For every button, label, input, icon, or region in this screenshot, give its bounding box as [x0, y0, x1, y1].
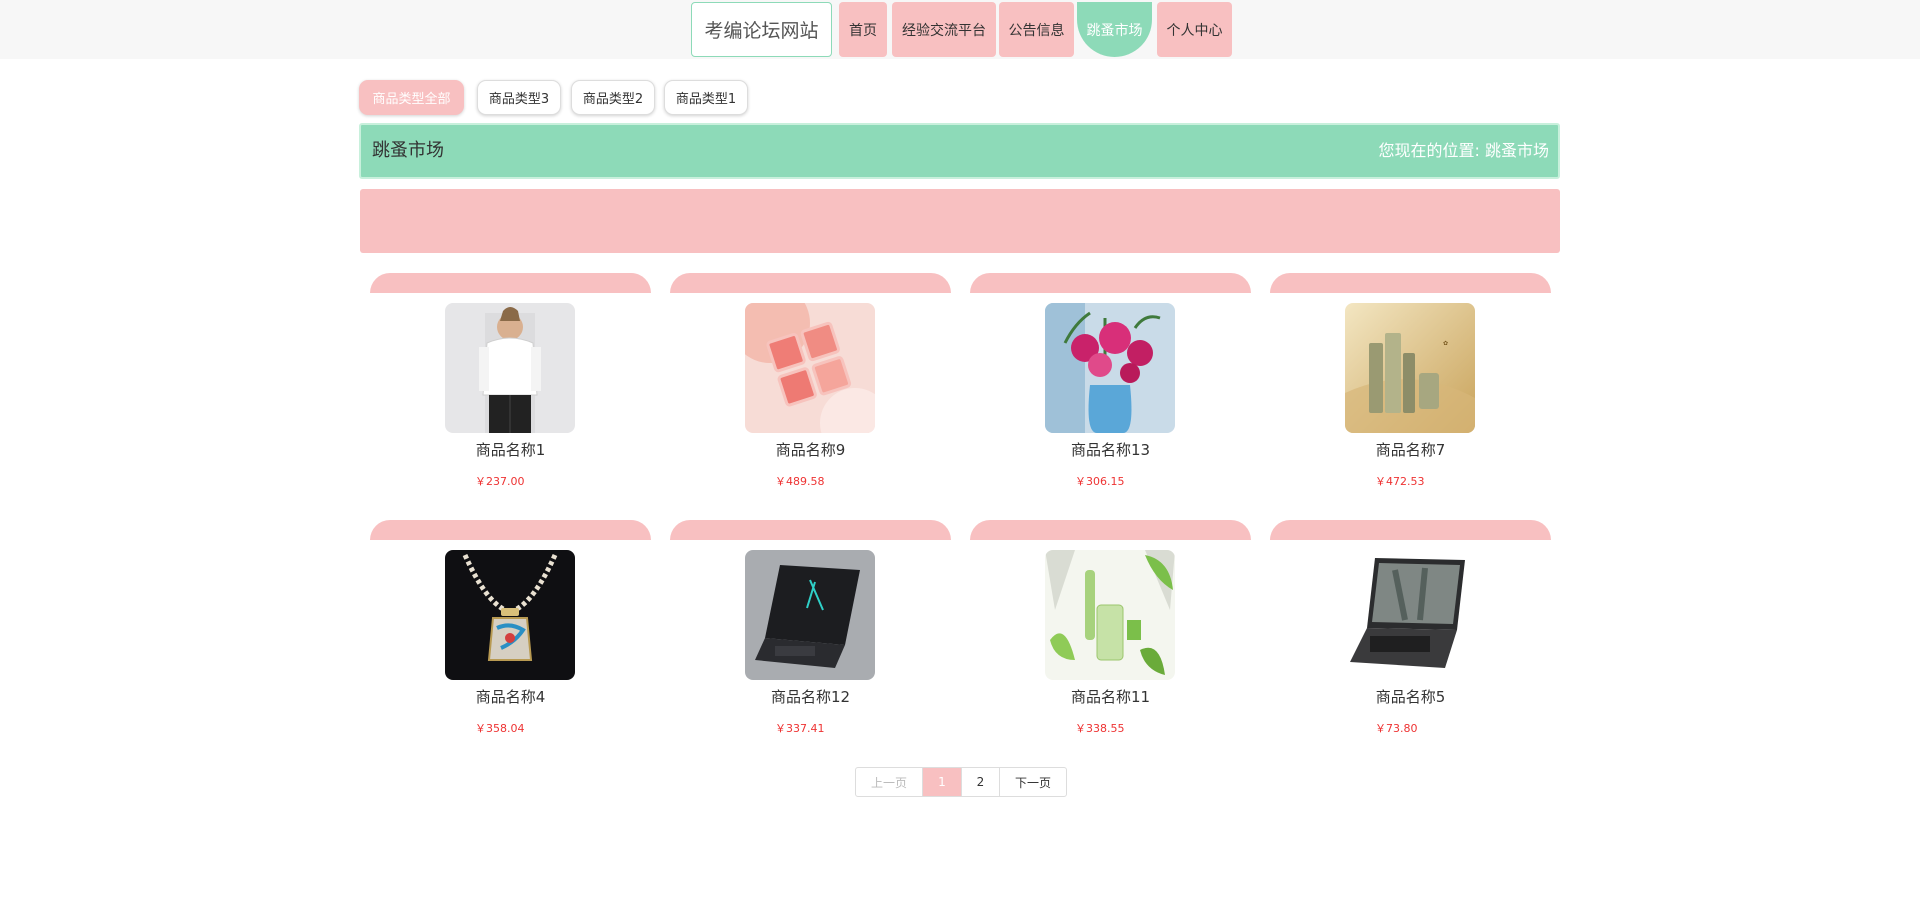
product-name[interactable]: 商品名称12: [670, 686, 951, 707]
breadcrumb-prefix: 您现在的位置:: [1378, 141, 1480, 160]
gaming-laptop-photo[interactable]: [745, 550, 875, 680]
nav-home[interactable]: 首页: [839, 2, 887, 57]
card-header: [1270, 520, 1551, 540]
product-card[interactable]: 商品名称4 ￥358.04: [370, 520, 651, 750]
category-type3-button[interactable]: 商品类型3: [477, 80, 561, 115]
category-all-button[interactable]: 商品类型全部: [359, 80, 464, 115]
product-card[interactable]: 商品名称13 ￥306.15: [970, 273, 1251, 503]
product-card[interactable]: 商品名称5 ￥73.80: [1270, 520, 1551, 750]
category-type2-button[interactable]: 商品类型2: [571, 80, 655, 115]
product-name[interactable]: 商品名称7: [1270, 439, 1551, 460]
product-price: ￥237.00: [475, 475, 525, 488]
product-name[interactable]: 商品名称4: [370, 686, 651, 707]
location-bar: 跳蚤市场 您现在的位置: 跳蚤市场: [359, 123, 1560, 179]
top-navigation-bar: 考编论坛网站 首页 经验交流平台 公告信息 跳蚤市场 个人中心: [0, 0, 1920, 59]
category-type1-button[interactable]: 商品类型1: [664, 80, 748, 115]
nav-announcements[interactable]: 公告信息: [999, 2, 1074, 57]
pagination: 上一页 1 2 下一页: [855, 767, 1067, 797]
product-card[interactable]: 商品名称12 ￥337.41: [670, 520, 951, 750]
product-price: ￥358.04: [475, 722, 525, 735]
next-page-button[interactable]: 下一页: [1000, 768, 1066, 796]
flower-vase-photo[interactable]: [1045, 303, 1175, 433]
section-title: 跳蚤市场: [372, 140, 444, 161]
prev-page-button[interactable]: 上一页: [856, 768, 923, 796]
product-card[interactable]: 商品名称9 ￥489.58: [670, 273, 951, 503]
product-price: ￥472.53: [1375, 475, 1425, 488]
product-name[interactable]: 商品名称11: [970, 686, 1251, 707]
shirt-photo[interactable]: [445, 303, 575, 433]
nav-personal-center[interactable]: 个人中心: [1157, 2, 1232, 57]
card-header: [670, 273, 951, 293]
card-header: [370, 520, 651, 540]
product-card[interactable]: 商品名称1 ￥237.00: [370, 273, 651, 503]
banner: [360, 189, 1560, 253]
product-price: ￥337.41: [775, 722, 825, 735]
product-name[interactable]: 商品名称13: [970, 439, 1251, 460]
product-name[interactable]: 商品名称5: [1270, 686, 1551, 707]
product-name[interactable]: 商品名称9: [670, 439, 951, 460]
pendant-necklace-photo[interactable]: [445, 550, 575, 680]
card-header: [1270, 273, 1551, 293]
page-2-button[interactable]: 2: [962, 768, 1000, 796]
product-price: ￥489.58: [775, 475, 825, 488]
product-name[interactable]: 商品名称1: [370, 439, 651, 460]
svg-text:✿: ✿: [1443, 340, 1448, 347]
nav-experience-forum[interactable]: 经验交流平台: [892, 2, 996, 57]
product-price: ￥306.15: [1075, 475, 1125, 488]
nav-flea-market[interactable]: 跳蚤市场: [1077, 2, 1152, 57]
product-price: ￥73.80: [1375, 722, 1418, 735]
cosmetics-set-photo[interactable]: ✿: [1345, 303, 1475, 433]
product-card[interactable]: 商品名称11 ￥338.55: [970, 520, 1251, 750]
card-header: [370, 273, 651, 293]
laptop-photo[interactable]: [1345, 550, 1475, 680]
green-skincare-photo[interactable]: [1045, 550, 1175, 680]
page-1-button[interactable]: 1: [923, 768, 962, 796]
breadcrumb: 您现在的位置: 跳蚤市场: [1378, 125, 1549, 177]
card-header: [970, 273, 1251, 293]
breadcrumb-current: 跳蚤市场: [1484, 141, 1549, 160]
product-card[interactable]: ✿ 商品名称7 ￥472.53: [1270, 273, 1551, 503]
card-header: [970, 520, 1251, 540]
blush-palette-photo[interactable]: [745, 303, 875, 433]
card-header: [670, 520, 951, 540]
site-title[interactable]: 考编论坛网站: [691, 2, 832, 57]
product-price: ￥338.55: [1075, 722, 1125, 735]
